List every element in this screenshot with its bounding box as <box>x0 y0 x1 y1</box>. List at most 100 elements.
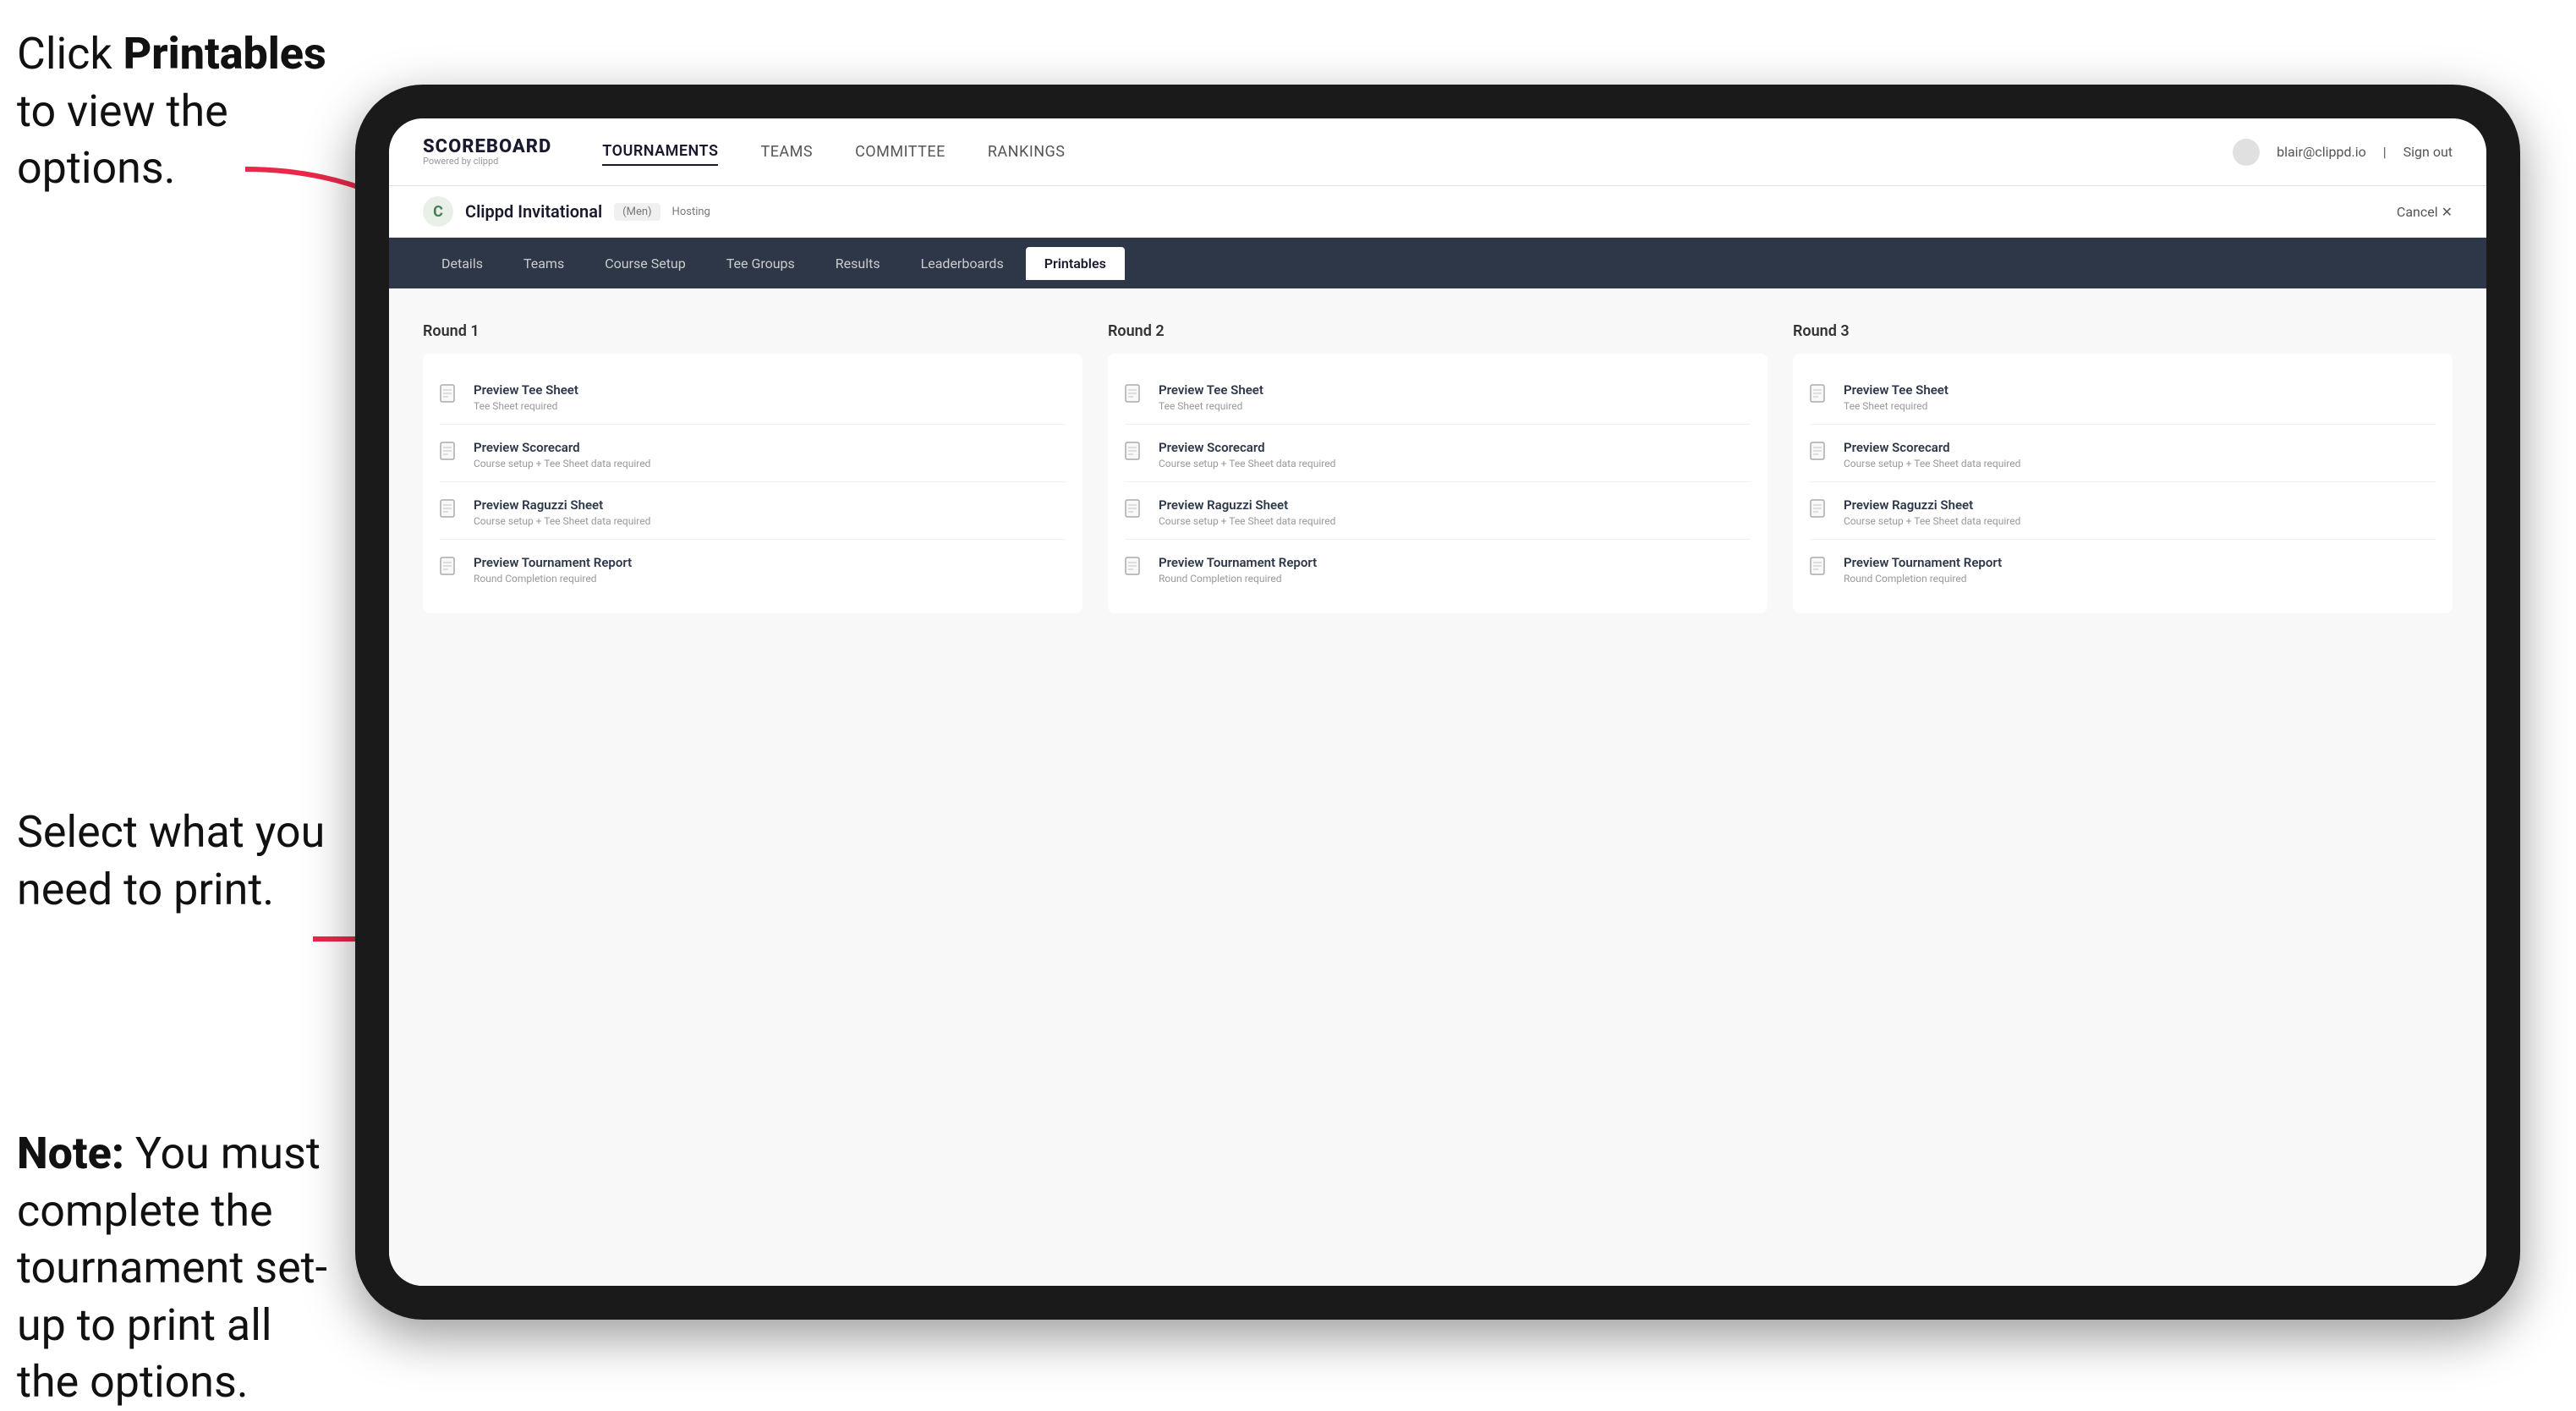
instruction-middle-text: Select what you need to print. <box>17 806 325 915</box>
document-icon-8 <box>1125 557 1148 584</box>
round-1-scorecard-text: Preview Scorecard Course setup + Tee She… <box>474 440 650 469</box>
tab-tee-groups[interactable]: Tee Groups <box>708 247 814 280</box>
tab-results[interactable]: Results <box>817 247 899 280</box>
tab-details[interactable]: Details <box>423 247 501 280</box>
tournament-left: C Clippd Invitational (Men) Hosting <box>423 196 710 227</box>
round-1-tournament-report[interactable]: Preview Tournament Report Round Completi… <box>440 543 1066 596</box>
tab-printables[interactable]: Printables <box>1026 247 1125 280</box>
round-1-tournament-report-title: Preview Tournament Report <box>474 555 632 570</box>
tournament-badge: (Men) <box>614 203 660 221</box>
document-icon-7 <box>1125 499 1148 526</box>
separator: | <box>2383 144 2387 160</box>
round-1-section: Round 1 <box>423 322 1082 613</box>
round-3-tee-sheet-text: Preview Tee Sheet Tee Sheet required <box>1844 382 1948 412</box>
round-2-card: Preview Tee Sheet Tee Sheet required Pre… <box>1108 354 1768 613</box>
round-1-title: Round 1 <box>423 322 1082 340</box>
rounds-grid: Round 1 <box>423 322 2453 613</box>
round-2-tournament-report-title: Preview Tournament Report <box>1159 555 1317 570</box>
round-3-card: Preview Tee Sheet Tee Sheet required Pre… <box>1793 354 2453 613</box>
instruction-top-bold: Printables <box>123 28 326 80</box>
top-nav-right: blair@clippd.io | Sign out <box>2233 139 2453 166</box>
logo-subtitle: Powered by clippd <box>423 156 551 166</box>
document-icon <box>440 384 463 411</box>
nav-rankings[interactable]: RANKINGS <box>988 139 1066 165</box>
round-1-tee-sheet[interactable]: Preview Tee Sheet Tee Sheet required <box>440 371 1066 425</box>
document-icon-6 <box>1125 442 1148 469</box>
round-2-section: Round 2 Preview Tee Sheet Tee Sheet requ… <box>1108 322 1768 613</box>
round-1-raguzzi-sub: Course setup + Tee Sheet data required <box>474 515 650 527</box>
round-1-scorecard-title: Preview Scorecard <box>474 440 650 455</box>
instruction-middle: Select what you need to print. <box>17 804 338 918</box>
top-nav-links: TOURNAMENTS TEAMS COMMITTEE RANKINGS <box>602 138 2182 166</box>
round-1-tee-sheet-sub: Tee Sheet required <box>474 400 578 412</box>
tab-leaderboards[interactable]: Leaderboards <box>902 247 1022 280</box>
sign-out-link[interactable]: Sign out <box>2403 144 2453 160</box>
round-2-tee-sheet-title: Preview Tee Sheet <box>1159 382 1263 398</box>
tournament-name: Clippd Invitational <box>465 201 602 222</box>
round-1-scorecard-sub: Course setup + Tee Sheet data required <box>474 458 650 469</box>
round-3-scorecard[interactable]: Preview Scorecard Course setup + Tee She… <box>1810 428 2436 482</box>
user-email: blair@clippd.io <box>2277 144 2366 160</box>
round-2-tournament-report-sub: Round Completion required <box>1159 573 1317 585</box>
instruction-top-text2: to view the options. <box>17 85 228 195</box>
nav-teams[interactable]: TEAMS <box>760 139 813 165</box>
main-content: Round 1 <box>389 288 2486 1286</box>
user-avatar <box>2233 139 2260 166</box>
sub-nav: Details Teams Course Setup Tee Groups Re… <box>389 238 2486 288</box>
round-2-raguzzi-title: Preview Raguzzi Sheet <box>1159 497 1335 513</box>
round-2-scorecard-text: Preview Scorecard Course setup + Tee She… <box>1159 440 1335 469</box>
cancel-button[interactable]: Cancel ✕ <box>2397 204 2453 220</box>
tablet-frame: SCOREBOARD Powered by clippd TOURNAMENTS… <box>355 85 2520 1320</box>
round-1-tee-sheet-title: Preview Tee Sheet <box>474 382 578 398</box>
tournament-logo: C <box>423 196 453 227</box>
round-3-tournament-report[interactable]: Preview Tournament Report Round Completi… <box>1810 543 2436 596</box>
document-icon-10 <box>1810 442 1833 469</box>
document-icon-2 <box>440 442 463 469</box>
round-2-raguzzi[interactable]: Preview Raguzzi Sheet Course setup + Tee… <box>1125 486 1751 540</box>
round-2-tournament-report[interactable]: Preview Tournament Report Round Completi… <box>1125 543 1751 596</box>
round-2-raguzzi-text: Preview Raguzzi Sheet Course setup + Tee… <box>1159 497 1335 527</box>
round-1-tournament-report-sub: Round Completion required <box>474 573 632 585</box>
round-3-section: Round 3 Preview Tee Sheet Tee Sheet requ… <box>1793 322 2453 613</box>
instruction-top-text1: Click <box>17 28 123 80</box>
tab-course-setup[interactable]: Course Setup <box>586 247 704 280</box>
round-3-title: Round 3 <box>1793 322 2453 340</box>
round-2-tournament-report-text: Preview Tournament Report Round Completi… <box>1159 555 1317 585</box>
round-1-scorecard[interactable]: Preview Scorecard Course setup + Tee She… <box>440 428 1066 482</box>
document-icon-3 <box>440 499 463 526</box>
tab-teams[interactable]: Teams <box>505 247 583 280</box>
round-3-tournament-report-title: Preview Tournament Report <box>1844 555 2002 570</box>
round-3-tee-sheet-title: Preview Tee Sheet <box>1844 382 1948 398</box>
tournament-header: C Clippd Invitational (Men) Hosting Canc… <box>389 186 2486 238</box>
round-2-raguzzi-sub: Course setup + Tee Sheet data required <box>1159 515 1335 527</box>
round-1-tournament-report-text: Preview Tournament Report Round Completi… <box>474 555 632 585</box>
round-3-raguzzi-sub: Course setup + Tee Sheet data required <box>1844 515 2020 527</box>
round-1-raguzzi-text: Preview Raguzzi Sheet Course setup + Tee… <box>474 497 650 527</box>
round-1-card: Preview Tee Sheet Tee Sheet required <box>423 354 1082 613</box>
scoreboard-logo: SCOREBOARD Powered by clippd <box>423 138 551 166</box>
round-3-tee-sheet[interactable]: Preview Tee Sheet Tee Sheet required <box>1810 371 2436 425</box>
round-2-scorecard-sub: Course setup + Tee Sheet data required <box>1159 458 1335 469</box>
top-nav: SCOREBOARD Powered by clippd TOURNAMENTS… <box>389 118 2486 186</box>
round-2-tee-sheet-text: Preview Tee Sheet Tee Sheet required <box>1159 382 1263 412</box>
round-1-tee-sheet-text: Preview Tee Sheet Tee Sheet required <box>474 382 578 412</box>
hosting-badge: Hosting <box>672 206 710 218</box>
nav-tournaments[interactable]: TOURNAMENTS <box>602 138 718 166</box>
round-3-tournament-report-text: Preview Tournament Report Round Completi… <box>1844 555 2002 585</box>
instruction-bottom-bold: Note: <box>17 1128 124 1179</box>
nav-committee[interactable]: COMMITTEE <box>855 139 945 165</box>
round-3-scorecard-sub: Course setup + Tee Sheet data required <box>1844 458 2020 469</box>
document-icon-4 <box>440 557 463 584</box>
round-1-raguzzi[interactable]: Preview Raguzzi Sheet Course setup + Tee… <box>440 486 1066 540</box>
round-2-scorecard[interactable]: Preview Scorecard Course setup + Tee She… <box>1125 428 1751 482</box>
document-icon-9 <box>1810 384 1833 411</box>
round-2-title: Round 2 <box>1108 322 1768 340</box>
round-3-tee-sheet-sub: Tee Sheet required <box>1844 400 1948 412</box>
instruction-top: Click Printables to view the options. <box>17 25 338 197</box>
round-3-raguzzi-title: Preview Raguzzi Sheet <box>1844 497 2020 513</box>
round-2-tee-sheet[interactable]: Preview Tee Sheet Tee Sheet required <box>1125 371 1751 425</box>
round-3-raguzzi[interactable]: Preview Raguzzi Sheet Course setup + Tee… <box>1810 486 2436 540</box>
round-2-scorecard-title: Preview Scorecard <box>1159 440 1335 455</box>
round-2-tee-sheet-sub: Tee Sheet required <box>1159 400 1263 412</box>
round-1-raguzzi-title: Preview Raguzzi Sheet <box>474 497 650 513</box>
